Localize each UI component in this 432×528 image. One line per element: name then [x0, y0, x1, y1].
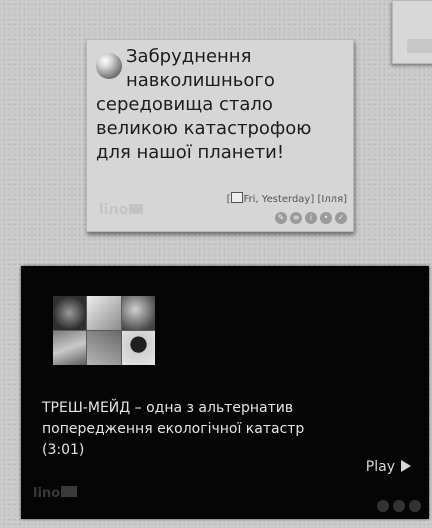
options-icon[interactable] — [393, 500, 405, 512]
note-line: Забруднення — [126, 46, 252, 67]
lino-logo: lino — [33, 486, 78, 501]
pin-icon[interactable]: • — [320, 212, 332, 224]
play-label: Play — [365, 459, 395, 475]
thumb-cell — [53, 296, 87, 330]
thumb-cell — [53, 331, 87, 365]
check-icon[interactable] — [409, 500, 421, 512]
options-icon[interactable]: ≡ — [290, 212, 302, 224]
note-line: для нашої планети! — [96, 142, 285, 163]
video-duration: (3:01) — [42, 442, 85, 458]
corner-note-thumb — [407, 39, 432, 53]
video-title-text: ТРЕШ-МЕЙД – одна з альтернатив попередже… — [42, 400, 305, 437]
play-icon — [401, 460, 411, 472]
calendar-icon — [230, 192, 243, 203]
note-line: навколишнього — [126, 70, 275, 91]
play-button[interactable]: Play — [366, 459, 411, 475]
info-icon[interactable]: i — [305, 212, 317, 224]
video-actions — [377, 500, 421, 512]
video-title: ТРЕШ-МЕЙД – одна з альтернатив попередже… — [42, 398, 372, 461]
note-line: середовища стало — [96, 94, 273, 115]
edit-icon[interactable]: ✎ — [275, 212, 287, 224]
note-meta: [Fri, Yesterday] [Ілля] — [226, 192, 347, 205]
video-thumbnail[interactable] — [53, 296, 155, 365]
note-author[interactable]: Ілля — [321, 194, 343, 205]
video-note[interactable]: ТРЕШ-МЕЙД – одна з альтернатив попередже… — [21, 266, 429, 519]
note-date: Fri, Yesterday — [243, 194, 311, 205]
thumb-cell — [121, 296, 155, 330]
thumb-cell — [121, 331, 155, 365]
note-actions: ✎ ≡ i • ✓ — [275, 212, 347, 224]
thumb-cell — [87, 296, 121, 330]
sticky-note[interactable]: Забруднення навколишнього середовища ста… — [86, 39, 354, 232]
thumb-cell — [87, 331, 121, 365]
lino-logo: lino — [99, 202, 144, 218]
corner-note[interactable] — [392, 0, 432, 64]
info-icon[interactable] — [377, 500, 389, 512]
note-text: Забруднення навколишнього середовища ста… — [96, 45, 346, 165]
note-line: великою катастрофою — [96, 118, 312, 139]
check-icon[interactable]: ✓ — [335, 212, 347, 224]
